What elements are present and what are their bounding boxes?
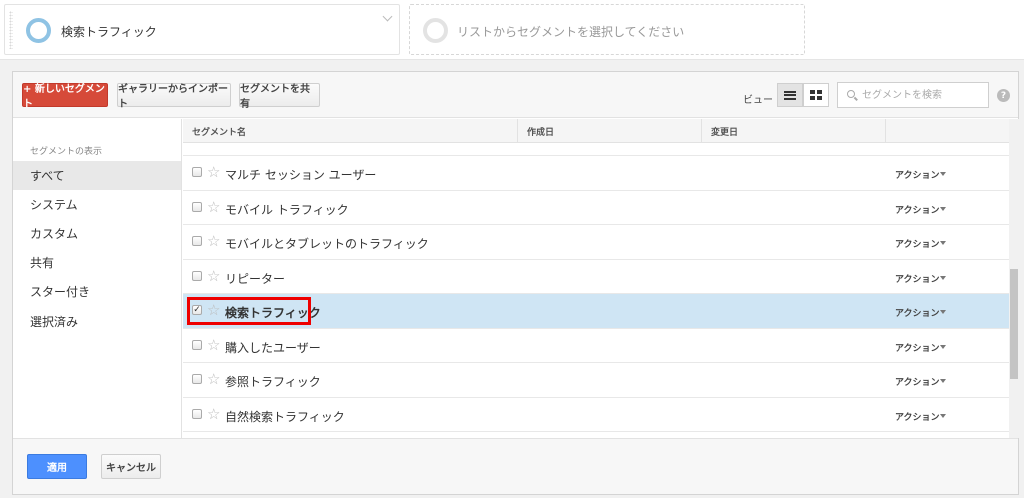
row-checkbox[interactable] — [192, 408, 202, 419]
row-action-menu[interactable]: アクション — [895, 341, 940, 354]
scrollbar[interactable] — [1009, 119, 1019, 438]
row-action-menu[interactable]: アクション — [895, 203, 940, 216]
row-action-menu[interactable]: アクション — [895, 306, 940, 319]
empty-ring-icon — [423, 18, 448, 43]
sidebar-header: セグメントの表示 — [30, 147, 103, 157]
list-icon — [784, 90, 796, 100]
caret-down-icon[interactable] — [940, 241, 946, 245]
table-row-partial — [183, 143, 1010, 156]
search-icon — [847, 90, 855, 98]
segment-picker-panel: + 新しいセグメント ギャラリーからインポート セグメントを共有 ビュー ? セ… — [12, 71, 1019, 495]
star-icon[interactable]: ☆ — [207, 406, 220, 422]
row-action-menu[interactable]: アクション — [895, 272, 940, 285]
toolbar: + 新しいセグメント ギャラリーからインポート セグメントを共有 ビュー ? — [13, 72, 1018, 118]
row-checkbox[interactable] — [192, 236, 202, 246]
empty-segment-slot[interactable]: リストからセグメントを選択してください — [409, 4, 805, 55]
row-action-menu[interactable]: アクション — [895, 237, 940, 250]
selected-segment-title: 検索トラフィック — [61, 25, 157, 39]
table-row[interactable]: ☆ 参照トラフィック アクション — [183, 363, 1010, 398]
star-icon[interactable]: ☆ — [207, 268, 220, 284]
star-icon[interactable]: ☆ — [207, 199, 220, 215]
row-segment-name[interactable]: リピーター — [225, 270, 285, 287]
table-header: セグメント名 作成日 変更日 — [183, 119, 1010, 143]
row-checkbox[interactable] — [192, 167, 202, 177]
row-checkbox[interactable] — [192, 374, 202, 384]
row-segment-name[interactable]: 参照トラフィック — [225, 373, 321, 390]
star-icon[interactable]: ☆ — [207, 233, 220, 249]
sidebar-item-custom[interactable]: カスタム — [13, 219, 181, 248]
table-row[interactable]: ☆ 自然検索トラフィック アクション — [183, 398, 1010, 432]
star-icon[interactable]: ☆ — [207, 337, 220, 353]
apply-button[interactable]: 適用 — [27, 454, 87, 479]
row-segment-name[interactable]: 自然検索トラフィック — [225, 408, 345, 425]
footer: 適用 キャンセル — [13, 438, 1018, 494]
row-checkbox[interactable] — [192, 201, 202, 212]
search-box — [837, 82, 989, 108]
row-segment-name[interactable]: マルチ セッション ユーザー — [225, 166, 376, 183]
sidebar-item-all[interactable]: すべて — [13, 161, 181, 190]
row-segment-name[interactable]: モバイルとタブレットのトラフィック — [225, 235, 429, 252]
table-row[interactable]: ✓ ☆ 検索トラフィック アクション — [183, 294, 1010, 329]
empty-segment-placeholder: リストからセグメントを選択してください — [457, 25, 685, 39]
caret-down-icon[interactable] — [940, 206, 946, 211]
table-row[interactable]: ☆ マルチ セッション ユーザー アクション — [183, 156, 1010, 191]
search-input[interactable] — [862, 87, 982, 103]
caret-down-icon[interactable] — [940, 172, 946, 176]
row-action-menu[interactable]: アクション — [895, 410, 940, 423]
share-segment-button[interactable]: セグメントを共有 — [239, 83, 320, 110]
sidebar-item-starred[interactable]: スター付き — [13, 277, 181, 306]
chevron-down-icon[interactable] — [383, 13, 393, 23]
row-segment-name[interactable]: 購入したユーザー — [225, 339, 321, 356]
star-icon[interactable]: ☆ — [207, 371, 220, 387]
import-gallery-button[interactable]: ギャラリーからインポート — [117, 83, 231, 110]
caret-down-icon[interactable] — [940, 413, 946, 418]
sidebar-item-system[interactable]: システム — [13, 190, 181, 219]
caret-down-icon[interactable] — [940, 275, 946, 280]
table-row[interactable]: ☆ 購入したユーザー アクション — [183, 329, 1010, 363]
row-checkbox[interactable] — [192, 270, 202, 281]
table-rows: ☆ マルチ セッション ユーザー アクション ☆ モバイル トラフィック アクション ☆ モバ… — [183, 156, 1010, 432]
row-segment-name[interactable]: モバイル トラフィック — [225, 201, 349, 218]
view-label: ビュー — [743, 95, 773, 106]
column-header-modified[interactable]: 変更日 — [702, 119, 886, 143]
grid-icon — [810, 90, 822, 100]
caret-down-icon[interactable] — [940, 344, 946, 349]
highlight-box — [187, 297, 311, 325]
help-icon[interactable]: ? — [997, 89, 1010, 102]
segment-bar: 検索トラフィック リストからセグメントを選択してください — [0, 0, 1024, 60]
row-action-menu[interactable]: アクション — [895, 168, 940, 181]
table-row[interactable]: ☆ モバイルとタブレットのトラフィック アクション — [183, 225, 1010, 260]
sidebar: セグメントの表示 すべて システム カスタム 共有 スター付き 選択済み — [13, 119, 182, 438]
sidebar-item-shared[interactable]: 共有 — [13, 248, 181, 277]
star-icon[interactable]: ☆ — [207, 164, 220, 180]
drag-handle-icon[interactable] — [9, 11, 13, 49]
scrollbar-thumb[interactable] — [1010, 269, 1018, 379]
selected-segment-card[interactable]: 検索トラフィック — [4, 4, 400, 55]
segment-table: セグメント名 作成日 変更日 ☆ マルチ セッション ユーザー アクション ☆ モバイル… — [183, 119, 1010, 438]
new-segment-button[interactable]: + 新しいセグメント — [22, 83, 108, 110]
column-header-created[interactable]: 作成日 — [518, 119, 702, 143]
grid-view-button[interactable] — [803, 83, 829, 107]
table-row[interactable]: ☆ モバイル トラフィック アクション — [183, 191, 1010, 225]
table-row[interactable]: ☆ リピーター アクション — [183, 260, 1010, 294]
segment-ring-icon — [26, 18, 51, 43]
cancel-button[interactable]: キャンセル — [101, 454, 161, 479]
row-checkbox[interactable] — [192, 339, 202, 350]
caret-down-icon[interactable] — [940, 379, 946, 383]
list-view-button[interactable] — [777, 83, 803, 107]
row-action-menu[interactable]: アクション — [895, 375, 940, 388]
column-header-name[interactable]: セグメント名 — [183, 119, 518, 143]
caret-down-icon[interactable] — [940, 310, 946, 314]
sidebar-item-selected[interactable]: 選択済み — [13, 307, 181, 336]
